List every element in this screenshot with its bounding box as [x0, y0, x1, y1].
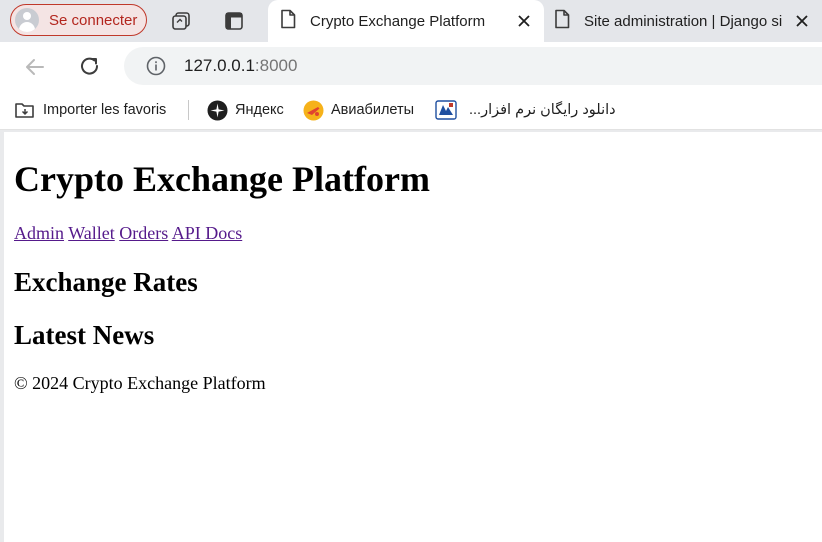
tab-title: Crypto Exchange Platform: [310, 12, 486, 30]
bookmark-label: Яндекс: [235, 102, 284, 118]
bookmarks-bar: Importer les favoris Яндекс Авиабилеты د…: [0, 90, 822, 130]
tab-strip: Se connecter Crypto Exchange Platform Si…: [0, 0, 822, 42]
back-button[interactable]: [20, 52, 50, 82]
reload-button[interactable]: [75, 52, 105, 82]
url-text: 127.0.0.1:8000: [184, 56, 297, 76]
url-host: 127.0.0.1: [184, 56, 255, 75]
tab-django-admin[interactable]: Site administration | Django si: [544, 0, 822, 42]
reload-icon: [81, 57, 99, 75]
footer-copyright: © 2024 Crypto Exchange Platform: [14, 373, 266, 393]
close-tab-icon[interactable]: [512, 9, 536, 33]
yandex-icon: [207, 100, 228, 121]
exchange-rates-heading: Exchange Rates: [14, 267, 198, 297]
close-tab-icon[interactable]: [790, 9, 814, 33]
browser-toolbar: 127.0.0.1:8000: [0, 42, 822, 90]
bookmarks-separator: [188, 100, 189, 120]
url-port: :8000: [254, 56, 298, 75]
bookmark-label: دانلود رایگان نرم افزار...: [469, 102, 616, 118]
nav-link-wallet[interactable]: Wallet: [68, 223, 115, 243]
document-icon: [554, 9, 570, 33]
nav-link-api-docs[interactable]: API Docs: [172, 223, 243, 243]
profile-sign-in-label: Se connecter: [49, 11, 138, 29]
page-viewport: Crypto Exchange Platform Admin Wallet Or…: [4, 132, 822, 542]
bookmark-import[interactable]: Importer les favoris: [14, 98, 166, 122]
nav-link-orders[interactable]: Orders: [119, 223, 168, 243]
nav-link-admin[interactable]: Admin: [14, 223, 64, 243]
vertical-tabs-icon[interactable]: [221, 8, 247, 34]
bookmark-soft98[interactable]: دانلود رایگان نرم افزار...: [435, 98, 616, 122]
document-icon: [280, 9, 296, 33]
browser-window: Se connecter Crypto Exchange Platform Si…: [0, 0, 822, 542]
address-bar[interactable]: 127.0.0.1:8000: [124, 47, 822, 85]
soft98-icon: [435, 100, 457, 120]
workspaces-icon[interactable]: [168, 8, 194, 34]
avatar-icon: [15, 8, 39, 32]
profile-sign-in-button[interactable]: Se connecter: [10, 4, 147, 36]
tab-crypto-exchange[interactable]: Crypto Exchange Platform: [268, 0, 544, 42]
bookmark-yandex[interactable]: Яндекс: [207, 98, 284, 122]
site-info-icon[interactable]: [146, 56, 166, 76]
bookmark-label: Авиабилеты: [331, 102, 415, 118]
import-bookmarks-icon: [14, 100, 36, 120]
bookmark-avia[interactable]: Авиабилеты: [303, 98, 414, 122]
latest-news-heading: Latest News: [14, 320, 155, 350]
back-arrow-icon: [26, 59, 44, 75]
page-title: Crypto Exchange Platform: [14, 159, 430, 199]
bookmark-label: Importer les favoris: [43, 102, 167, 118]
tab-title: Site administration | Django si: [584, 12, 783, 30]
avia-icon: [303, 100, 324, 121]
main-nav: Admin Wallet Orders API Docs: [14, 223, 242, 244]
